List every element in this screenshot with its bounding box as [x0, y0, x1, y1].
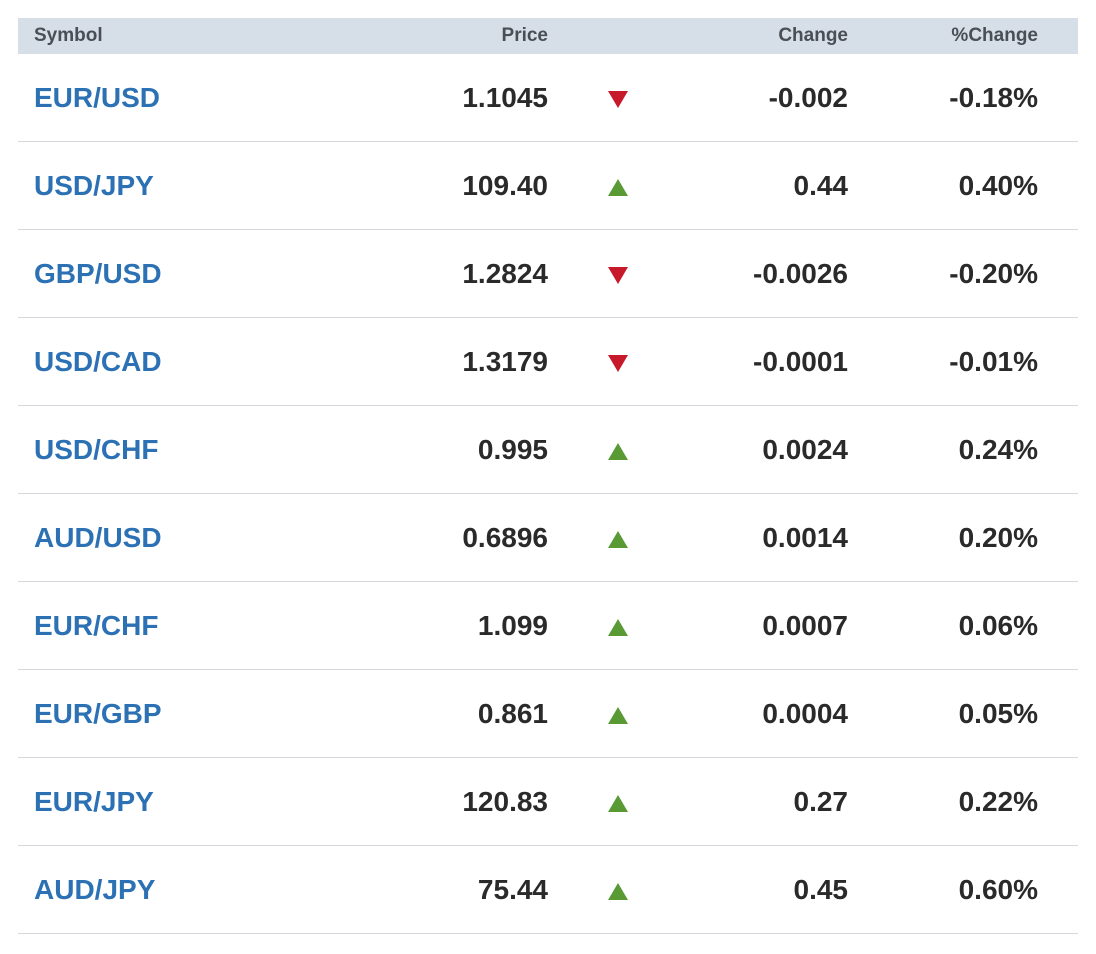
- table-row: EUR/CHF 1.099 0.0007 0.06%: [18, 582, 1078, 670]
- header-symbol[interactable]: Symbol: [18, 25, 368, 47]
- symbol-link[interactable]: EUR/CHF: [34, 610, 158, 641]
- table-row: EUR/JPY 120.83 0.27 0.22%: [18, 758, 1078, 846]
- symbol-cell: EUR/JPY: [18, 786, 368, 818]
- symbol-cell: EUR/CHF: [18, 610, 368, 642]
- symbol-link[interactable]: USD/JPY: [34, 170, 154, 201]
- direction-cell: [548, 263, 688, 284]
- symbol-cell: USD/JPY: [18, 170, 368, 202]
- table-row: AUD/JPY 75.44 0.45 0.60%: [18, 846, 1078, 934]
- triangle-up-icon: [608, 179, 628, 196]
- triangle-up-icon: [608, 883, 628, 900]
- change-value: -0.002: [768, 81, 848, 113]
- price-value: 0.6896: [462, 521, 548, 553]
- table-row: EUR/GBP 0.861 0.0004 0.05%: [18, 670, 1078, 758]
- symbol-link[interactable]: GBP/USD: [34, 258, 162, 289]
- change-value: 0.0014: [762, 521, 848, 553]
- direction-cell: [548, 87, 688, 108]
- triangle-down-icon: [608, 355, 628, 372]
- symbol-cell: GBP/USD: [18, 258, 368, 290]
- header-pct-change[interactable]: %Change: [848, 25, 1058, 47]
- symbol-cell: AUD/JPY: [18, 874, 368, 906]
- change-value: 0.44: [793, 169, 849, 201]
- direction-cell: [548, 791, 688, 812]
- triangle-up-icon: [608, 795, 628, 812]
- triangle-down-icon: [608, 267, 628, 284]
- price-value: 1.3179: [462, 345, 548, 377]
- change-value: -0.0026: [753, 257, 848, 289]
- direction-cell: [548, 615, 688, 636]
- price-value: 109.40: [462, 169, 548, 201]
- change-value: -0.0001: [753, 345, 848, 377]
- symbol-link[interactable]: EUR/GBP: [34, 698, 162, 729]
- symbol-link[interactable]: USD/CHF: [34, 434, 158, 465]
- price-value: 1.099: [477, 609, 548, 641]
- pct-change-value: 0.60%: [958, 873, 1038, 905]
- symbol-cell: EUR/USD: [18, 82, 368, 114]
- currency-table: Symbol Price Change %Change EUR/USD 1.104…: [18, 18, 1078, 934]
- header-price[interactable]: Price: [368, 25, 548, 47]
- direction-cell: [548, 703, 688, 724]
- header-change[interactable]: Change: [688, 25, 848, 47]
- price-value: 120.83: [462, 785, 548, 817]
- symbol-cell: USD/CAD: [18, 346, 368, 378]
- symbol-cell: AUD/USD: [18, 522, 368, 554]
- symbol-link[interactable]: AUD/JPY: [34, 874, 155, 905]
- symbol-cell: EUR/GBP: [18, 698, 368, 730]
- pct-change-value: 0.22%: [958, 785, 1038, 817]
- pct-change-value: 0.06%: [958, 609, 1038, 641]
- table-row: AUD/USD 0.6896 0.0014 0.20%: [18, 494, 1078, 582]
- triangle-down-icon: [608, 91, 628, 108]
- price-value: 0.995: [477, 433, 548, 465]
- table-row: GBP/USD 1.2824 -0.0026 -0.20%: [18, 230, 1078, 318]
- pct-change-value: 0.20%: [958, 521, 1038, 553]
- pct-change-value: -0.01%: [949, 345, 1038, 377]
- change-value: 0.27: [793, 785, 849, 817]
- table-header: Symbol Price Change %Change: [18, 18, 1078, 54]
- change-value: 0.0007: [762, 609, 848, 641]
- table-row: EUR/USD 1.1045 -0.002 -0.18%: [18, 54, 1078, 142]
- table-row: USD/CHF 0.995 0.0024 0.24%: [18, 406, 1078, 494]
- symbol-link[interactable]: AUD/USD: [34, 522, 162, 553]
- pct-change-value: -0.20%: [949, 257, 1038, 289]
- symbol-link[interactable]: EUR/USD: [34, 82, 160, 113]
- direction-cell: [548, 351, 688, 372]
- price-value: 1.1045: [462, 81, 548, 113]
- pct-change-value: 0.24%: [958, 433, 1038, 465]
- pct-change-value: 0.05%: [958, 697, 1038, 729]
- triangle-up-icon: [608, 443, 628, 460]
- table-row: USD/JPY 109.40 0.44 0.40%: [18, 142, 1078, 230]
- symbol-link[interactable]: USD/CAD: [34, 346, 162, 377]
- direction-cell: [548, 527, 688, 548]
- pct-change-value: -0.18%: [949, 81, 1038, 113]
- change-value: 0.0004: [762, 697, 848, 729]
- table-body: EUR/USD 1.1045 -0.002 -0.18% USD/JPY 109.40 0.…: [18, 54, 1078, 934]
- pct-change-value: 0.40%: [958, 169, 1038, 201]
- price-value: 1.2824: [462, 257, 548, 289]
- table-row: USD/CAD 1.3179 -0.0001 -0.01%: [18, 318, 1078, 406]
- triangle-up-icon: [608, 707, 628, 724]
- triangle-up-icon: [608, 619, 628, 636]
- change-value: 0.0024: [762, 433, 848, 465]
- change-value: 0.45: [793, 873, 849, 905]
- direction-cell: [548, 175, 688, 196]
- direction-cell: [548, 879, 688, 900]
- triangle-up-icon: [608, 531, 628, 548]
- direction-cell: [548, 439, 688, 460]
- price-value: 75.44: [477, 873, 548, 905]
- price-value: 0.861: [477, 697, 548, 729]
- symbol-link[interactable]: EUR/JPY: [34, 786, 154, 817]
- symbol-cell: USD/CHF: [18, 434, 368, 466]
